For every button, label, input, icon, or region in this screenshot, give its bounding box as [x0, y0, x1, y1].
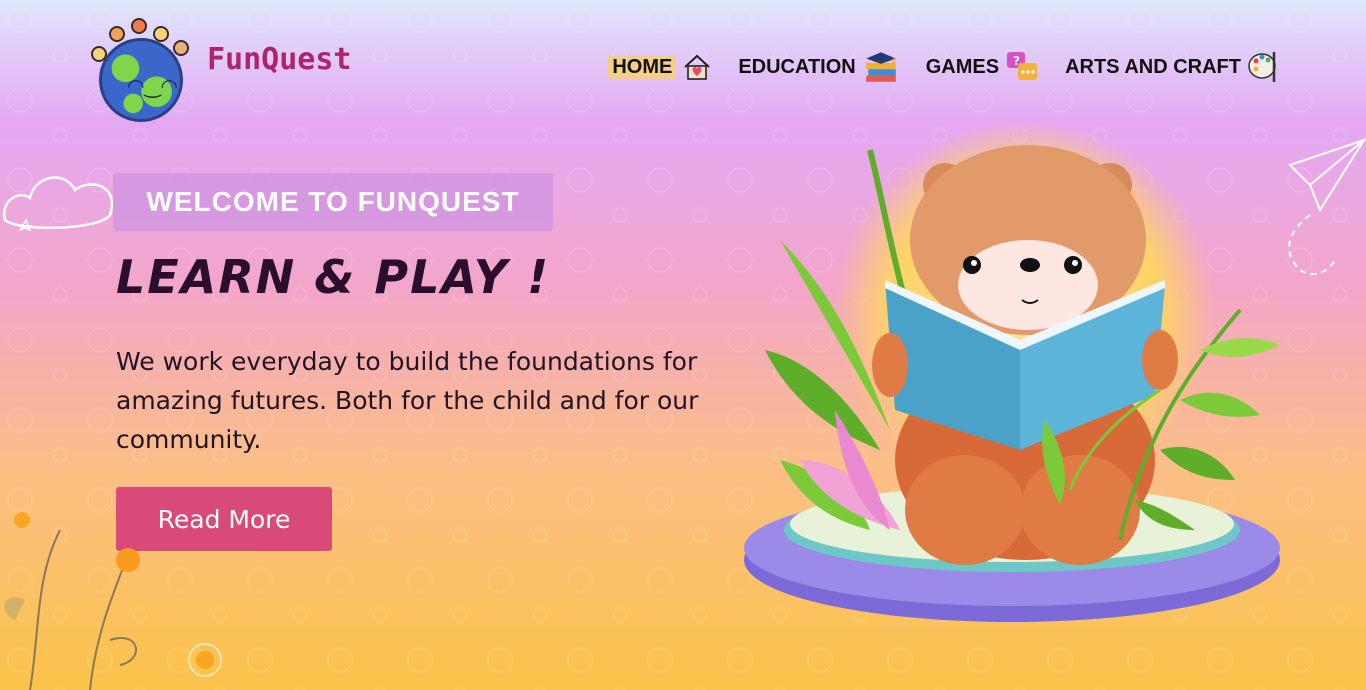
bear-reading-book-illustration	[744, 120, 1280, 622]
brand-name: FunQuest	[207, 41, 352, 77]
nav-item-games[interactable]: GAMES ?	[926, 50, 1039, 84]
books-graduation-cap-icon	[865, 52, 896, 82]
brand-logo[interactable]: ◠‿◠ FunQuest	[85, 16, 352, 122]
flower-doodles	[4, 512, 222, 690]
globe-kids-logo-icon: ◠‿◠	[85, 16, 197, 122]
nav-item-arts-and-craft[interactable]: ARTS AND CRAFT	[1065, 48, 1281, 86]
nav-item-home[interactable]: HOME	[608, 52, 712, 82]
palette-brush-icon	[1248, 52, 1276, 82]
cloud-scribble-doodle	[2, 176, 114, 232]
nav-arts-label: ARTS AND CRAFT	[1065, 55, 1241, 78]
speech-bubbles-icon: ?	[1007, 52, 1038, 80]
paper-plane-doodle	[1288, 138, 1366, 276]
hero-tagline: We work everyday to build the foundation…	[116, 347, 699, 454]
main-nav: HOME EDUCATION GAMES ? ARTS AND CRAFT	[608, 48, 1281, 86]
hero-headline: LEARN & PLAY !	[116, 250, 551, 304]
welcome-banner: WELCOME TO FUNQUEST	[113, 173, 553, 231]
house-heart-icon	[684, 54, 711, 80]
nav-item-education[interactable]: EDUCATION	[738, 50, 899, 84]
nav-games-label: GAMES	[925, 55, 1000, 78]
nav-home-label: HOME	[608, 55, 677, 79]
nav-education-label: EDUCATION	[738, 55, 856, 78]
